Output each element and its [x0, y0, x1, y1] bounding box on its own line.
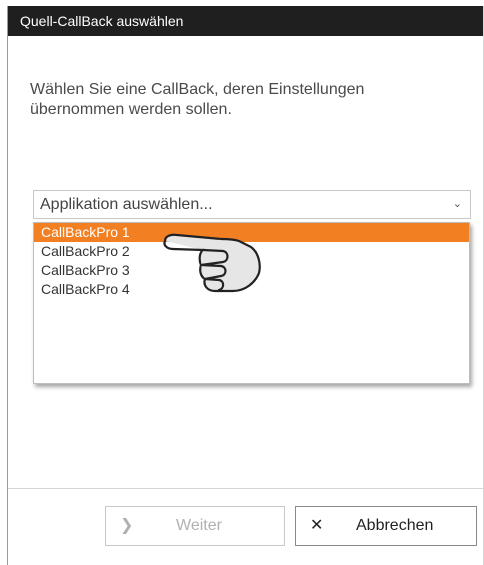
dialog-title: Quell-CallBack auswählen [8, 6, 483, 36]
next-button-label: Weiter [176, 517, 222, 534]
select-source-callback-dialog: Quell-CallBack auswählen Wählen Sie eine… [7, 6, 484, 565]
cancel-button-label: Abbrechen [356, 517, 434, 534]
footer-divider [8, 488, 483, 489]
chevron-right-icon: ❯ [120, 517, 134, 534]
close-icon: ✕ [310, 517, 324, 534]
dialog-description: Wählen Sie eine CallBack, deren Einstell… [30, 81, 365, 118]
chevron-down-icon: ⌄ [452, 198, 462, 210]
pointing-hand-icon [163, 233, 261, 293]
select-placeholder: Applikation auswählen... [40, 196, 213, 213]
next-button[interactable]: ❯ Weiter [105, 506, 285, 546]
application-select[interactable]: Applikation auswählen... ⌄ [33, 190, 471, 219]
cancel-button[interactable]: ✕ Abbrechen [295, 506, 477, 546]
